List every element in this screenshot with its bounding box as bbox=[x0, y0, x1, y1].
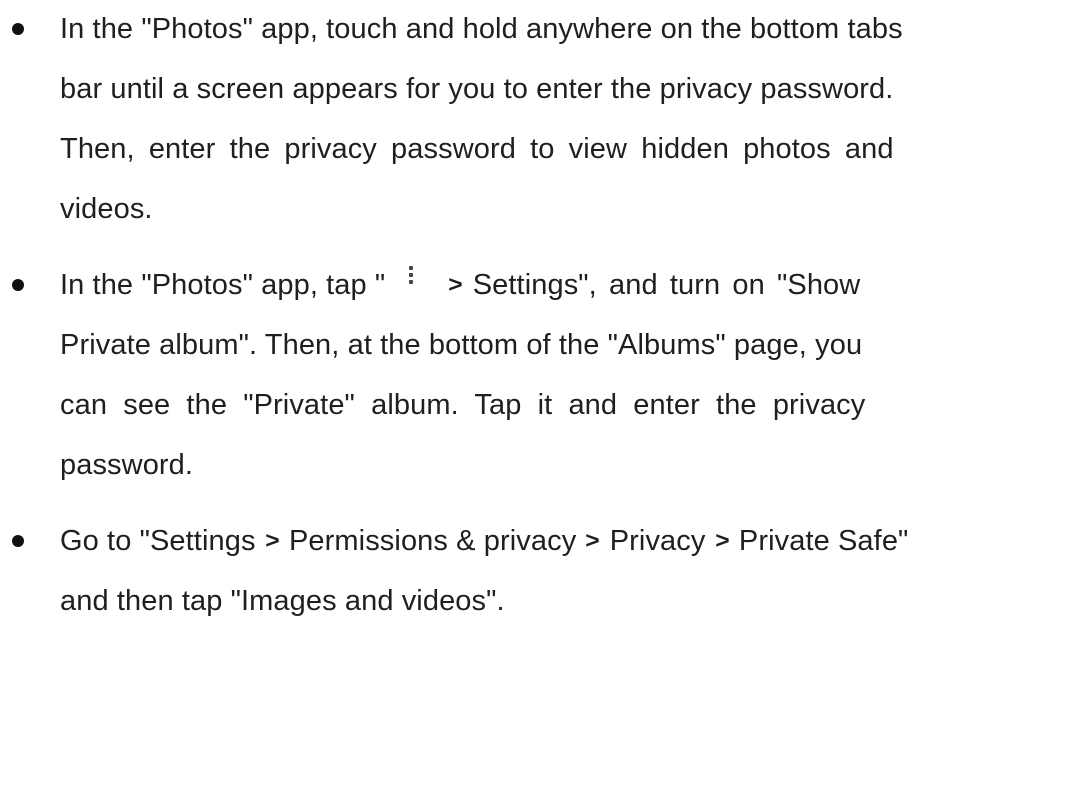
text-line-content: Privacy bbox=[609, 525, 706, 557]
text-line-content: Then, enter the privacy password to view… bbox=[60, 133, 894, 165]
path-separator: > bbox=[265, 528, 280, 554]
text-line: and then tap "Images and videos". bbox=[60, 581, 1075, 621]
text-line-content: Private album". Then, at the bottom of t… bbox=[60, 329, 863, 361]
path-separator: > bbox=[448, 272, 464, 298]
bullet-dot bbox=[12, 279, 24, 291]
text-line-content: Go to "Settings bbox=[60, 525, 256, 557]
text-line: password. bbox=[60, 445, 1075, 485]
text-line-content: Permissions & privacy bbox=[288, 525, 577, 557]
text-line-content: Private Safe" bbox=[738, 525, 909, 557]
path-separator: > bbox=[714, 528, 730, 554]
path-separator: > bbox=[585, 528, 601, 554]
text-line-content: In the "Photos" app, touch and hold anyw… bbox=[60, 13, 903, 45]
bullet-dot bbox=[12, 535, 24, 547]
text-line: In the "Photos" app, tap " > Settings", … bbox=[60, 265, 1075, 305]
more-vertical-icon bbox=[407, 266, 415, 286]
text-line-content: can see the "Private" album. Tap it and … bbox=[60, 389, 866, 421]
text-line-content: bar until a screen appears for you to en… bbox=[60, 73, 894, 105]
text-line-content: and then tap "Images and videos". bbox=[60, 585, 505, 617]
text-line: videos. bbox=[60, 189, 1075, 229]
text-line-content: password. bbox=[60, 449, 194, 481]
text-line: Go to "Settings > Permissions & privacy … bbox=[60, 521, 1075, 561]
text-line: can see the "Private" album. Tap it and … bbox=[60, 385, 1075, 425]
text-line-content: In the "Photos" app, tap " bbox=[60, 269, 386, 301]
text-line-content: videos. bbox=[60, 193, 153, 225]
text-line: In the "Photos" app, touch and hold anyw… bbox=[60, 9, 1075, 49]
text-line-content: Settings", and turn on "Show bbox=[472, 269, 861, 301]
text-line: Then, enter the privacy password to view… bbox=[60, 129, 1075, 169]
text-line: bar until a screen appears for you to en… bbox=[60, 69, 1075, 109]
help-document: In the "Photos" app, touch and hold anyw… bbox=[0, 0, 1081, 795]
text-line: Private album". Then, at the bottom of t… bbox=[60, 325, 1075, 365]
bullet-dot bbox=[12, 23, 24, 35]
